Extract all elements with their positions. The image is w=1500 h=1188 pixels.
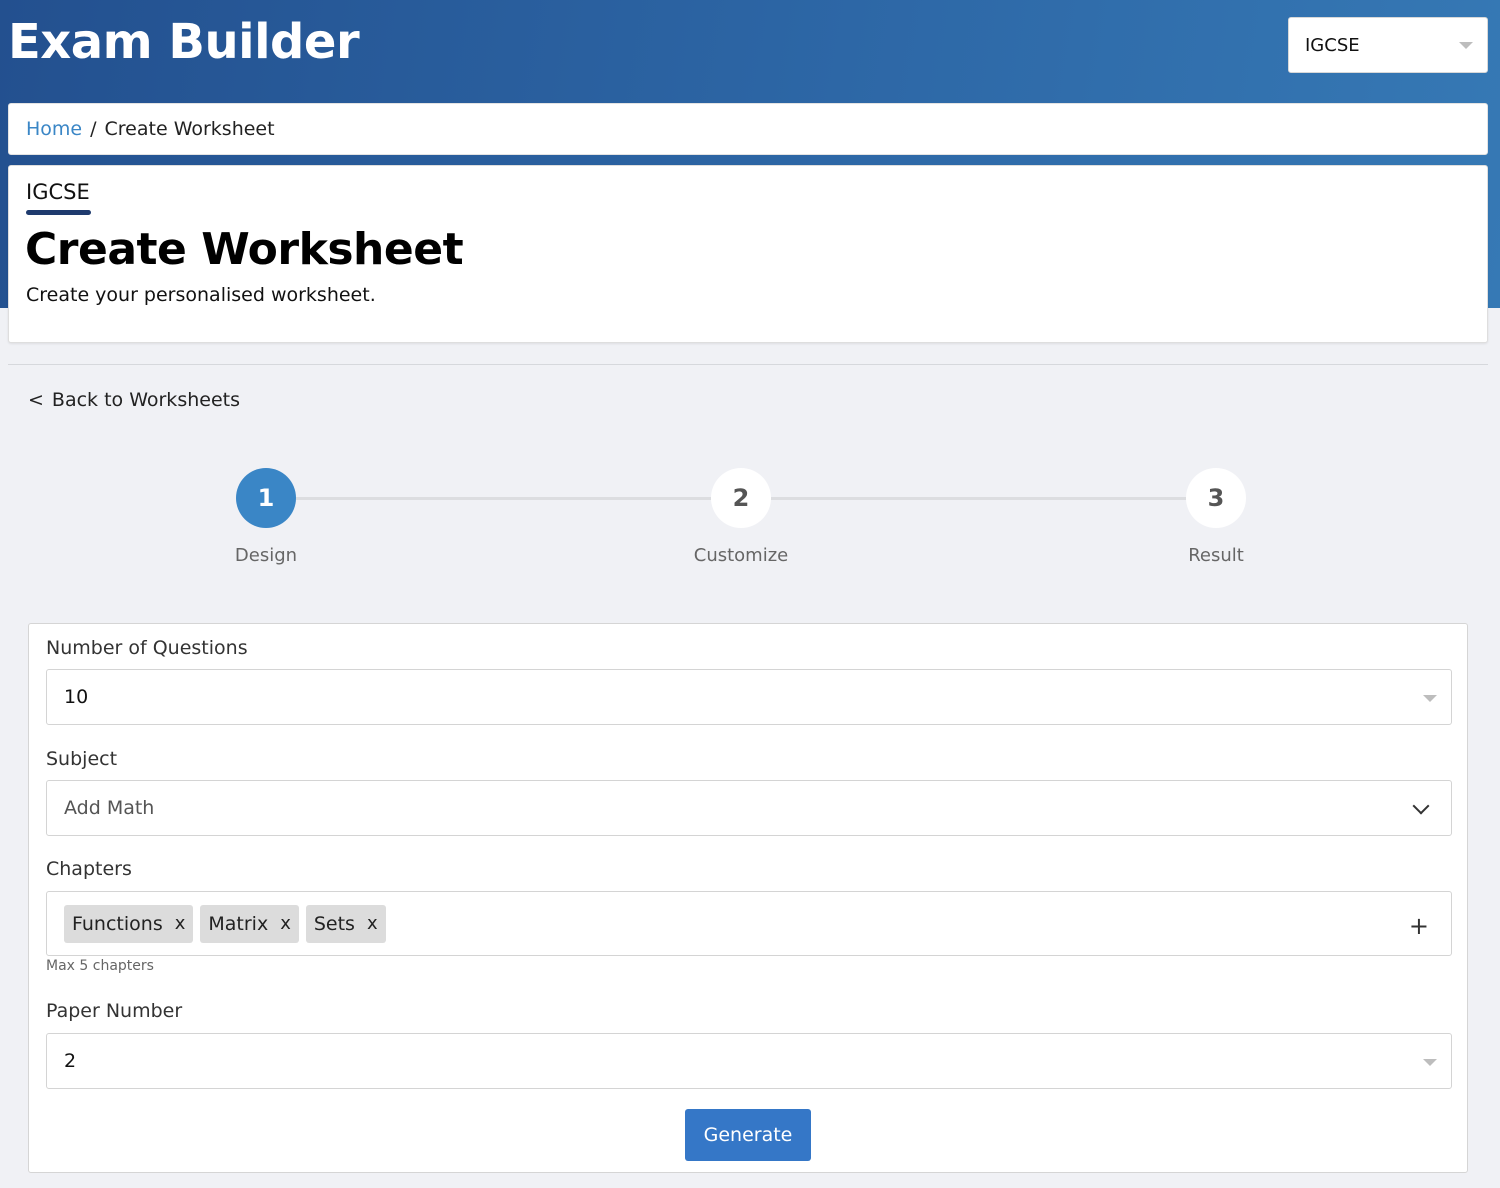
back-link-label: Back to Worksheets [51, 389, 240, 411]
page-header-card: IGCSE Create Worksheet Create your perso… [8, 165, 1488, 343]
step-2-circle[interactable]: 2 [711, 468, 771, 528]
chevron-left-icon: < [28, 389, 44, 411]
breadcrumb-separator: / [90, 118, 97, 140]
paper-number-select[interactable]: 2 [46, 1033, 1452, 1089]
paper-number-label: Paper Number [46, 1000, 183, 1022]
step-1-label: Design [234, 545, 298, 566]
page-subtitle: Create your personalised worksheet. [26, 284, 376, 306]
worksheet-form: Number of Questions 10 Subject Add Math … [28, 623, 1468, 1173]
caret-down-icon [1459, 42, 1473, 49]
num-questions-value: 10 [64, 686, 89, 708]
chapter-chip-label: Matrix [208, 912, 269, 935]
board-select[interactable]: IGCSE [1288, 17, 1488, 73]
subject-value: Add Math [64, 797, 155, 819]
num-questions-label: Number of Questions [46, 637, 248, 659]
board-tag-underline [26, 210, 91, 215]
step-3-circle[interactable]: 3 [1186, 468, 1246, 528]
page-title: Create Worksheet [25, 224, 464, 275]
chapter-chip-label: Sets [313, 912, 355, 935]
subject-select[interactable]: Add Math [46, 780, 1452, 836]
remove-chip-icon[interactable]: x [367, 913, 378, 934]
step-3-label: Result [1188, 545, 1244, 566]
app-title: Exam Builder [8, 14, 360, 70]
breadcrumb: Home / Create Worksheet [8, 103, 1488, 155]
chapters-hint: Max 5 chapters [46, 958, 154, 974]
caret-down-icon [1423, 1059, 1437, 1066]
generate-button[interactable]: Generate [685, 1109, 811, 1161]
chapter-chip-label: Functions [72, 912, 163, 935]
paper-number-value: 2 [64, 1050, 77, 1072]
chapter-chip: Sets x [305, 904, 386, 943]
breadcrumb-current: Create Worksheet [104, 118, 275, 140]
back-to-worksheets-link[interactable]: < Back to Worksheets [28, 389, 240, 411]
breadcrumb-home-link[interactable]: Home [26, 118, 82, 140]
chapters-label: Chapters [46, 858, 132, 880]
stepper-connector [296, 497, 711, 500]
step-1-circle[interactable]: 1 [236, 468, 296, 528]
divider [8, 364, 1488, 365]
chapters-multiselect[interactable]: Functions x Matrix x Sets x + [46, 891, 1452, 956]
caret-down-icon [1423, 695, 1437, 702]
step-2-label: Customize [693, 545, 789, 566]
add-chapter-icon[interactable]: + [1409, 914, 1429, 938]
remove-chip-icon[interactable]: x [175, 913, 186, 934]
subject-label: Subject [46, 748, 118, 770]
chapter-chip: Functions x [64, 904, 194, 943]
chevron-down-icon [1412, 797, 1430, 815]
board-tag: IGCSE [26, 180, 90, 204]
chapter-chip: Matrix x [200, 904, 299, 943]
num-questions-select[interactable]: 10 [46, 669, 1452, 725]
board-select-value: IGCSE [1305, 34, 1360, 56]
remove-chip-icon[interactable]: x [280, 913, 291, 934]
stepper-connector [771, 497, 1186, 500]
